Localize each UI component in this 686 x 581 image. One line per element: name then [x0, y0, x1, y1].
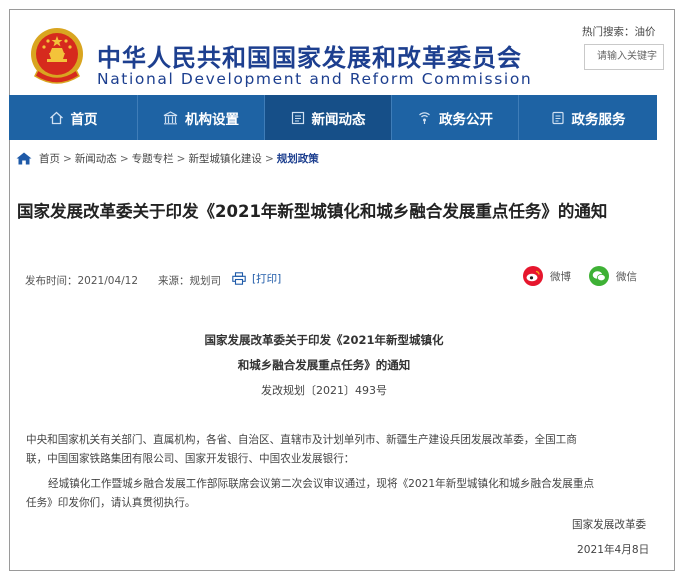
- breadcrumb-link-news[interactable]: 新闻动态: [75, 151, 117, 166]
- body-paragraph-line-1: 经城镇化工作暨城乡融合发展工作部际联席会议第二次会议审议通过，现将《2021年新…: [48, 478, 595, 490]
- body-paragraph-line-2: 任务》印发你们，请认真贯彻执行。: [26, 497, 196, 509]
- nav-item-organization[interactable]: 机构设置: [137, 95, 264, 140]
- nav-item-label: 机构设置: [185, 111, 239, 128]
- nav-item-label: 新闻动态: [311, 111, 366, 128]
- nav-item-label: 首页: [70, 111, 98, 128]
- home-icon: [49, 111, 63, 124]
- hot-search-label: 热门搜索：: [582, 26, 635, 38]
- service-icon: [551, 111, 564, 124]
- hot-search-link[interactable]: 油价: [635, 26, 656, 38]
- sign-date: 2021年4月8日: [577, 544, 650, 556]
- breadcrumb-link-urbanization[interactable]: 新型城镇化建设: [188, 151, 262, 166]
- weibo-icon: [523, 266, 543, 286]
- breadcrumb-separator: >: [63, 152, 72, 165]
- source-label: 来源：: [158, 275, 190, 287]
- nav-item-government-affairs[interactable]: 政务公开: [391, 95, 518, 140]
- breadcrumb-current[interactable]: 规划政策: [277, 151, 319, 166]
- share-weibo-label: 微博: [550, 270, 571, 283]
- publish-label: 发布时间：: [25, 275, 78, 287]
- source-value: 规划司: [189, 275, 222, 287]
- nav-item-news[interactable]: 新闻动态: [264, 95, 391, 140]
- breadcrumb-separator: >: [176, 152, 186, 165]
- share-wechat-button[interactable]: 微信: [589, 266, 637, 286]
- article-headline: 国家发展改革委关于印发《2021年新型城镇化和城乡融合发展重点任务》的通知: [17, 202, 608, 221]
- wechat-icon: [589, 266, 609, 286]
- home-icon: [16, 152, 32, 165]
- addressee-line-2: 联，中国国家铁路集团有限公司、国家开发银行、中国农业发展银行：: [26, 453, 355, 465]
- share-weibo-button[interactable]: 微博: [523, 266, 571, 286]
- publish-date: 2021/04/12: [77, 275, 139, 287]
- site-title-chinese: 中华人民共和国国家发展和改革委员会: [97, 44, 522, 72]
- addressee-line-1: 中央和国家机关有关部门、直属机构，各省、自治区、直辖市及计划单列市、新疆生产建设…: [26, 434, 577, 446]
- broadcast-icon: [419, 111, 430, 124]
- breadcrumb-link-special[interactable]: 专题专栏: [132, 151, 174, 166]
- site-title-english: National Development and Reform Commissi…: [97, 70, 533, 88]
- search-input[interactable]: 请输入关键字: [584, 44, 664, 70]
- nav-item-services[interactable]: 政务服务: [518, 95, 657, 140]
- publish-time: 发布时间：2021/04/12: [25, 273, 138, 288]
- document-title-line-1: 国家发展改革委关于印发《2021年新型城镇化: [204, 333, 444, 347]
- nav-item-label: 政务公开: [439, 111, 493, 128]
- nav-item-label: 政务服务: [571, 111, 626, 128]
- hot-search: 热门搜索：油价: [582, 24, 656, 39]
- share-wechat-label: 微信: [616, 270, 637, 283]
- nav-item-home[interactable]: 首页: [9, 95, 137, 140]
- print-button[interactable]: [打印]: [232, 271, 281, 286]
- main-nav: 首页 机构设置 新闻动态 政务公开 政务服务: [9, 95, 657, 140]
- news-icon: [291, 111, 304, 124]
- building-icon: [163, 110, 178, 124]
- signature: 国家发展改革委: [572, 519, 647, 531]
- print-label: [打印]: [252, 273, 282, 285]
- breadcrumb-link-home[interactable]: 首页: [39, 151, 60, 166]
- document-title-line-2: 和城乡融合发展重点任务》的通知: [237, 358, 411, 372]
- breadcrumb-separator: >: [264, 152, 274, 165]
- breadcrumb-separator: >: [119, 152, 129, 165]
- printer-icon: [232, 272, 246, 285]
- source: 来源：规划司: [158, 273, 221, 288]
- document-number: 发改规划〔2021〕493号: [261, 384, 387, 397]
- breadcrumb: 首页 > 新闻动态 > 专题专栏 > 新型城镇化建设 > 规划政策: [16, 151, 319, 166]
- national-emblem-logo: [28, 26, 86, 86]
